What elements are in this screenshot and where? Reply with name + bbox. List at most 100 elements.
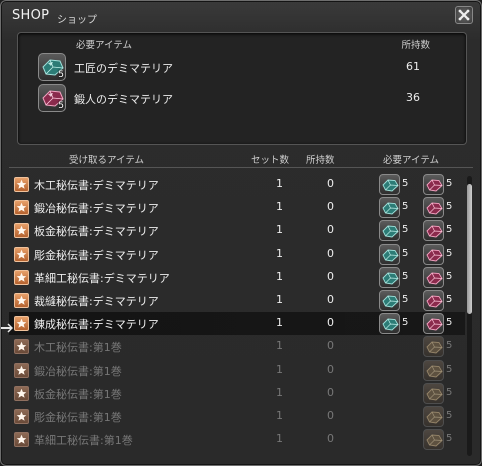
bronze-materia-icon xyxy=(423,429,444,451)
shop-list-row[interactable]: 彫金秘伝書:デミマテリア 1 0 5 5 xyxy=(9,243,465,266)
title-bar[interactable]: SHOP ショップ xyxy=(1,1,481,31)
star-icon xyxy=(14,269,29,285)
star-icon xyxy=(14,246,29,262)
star-icon xyxy=(14,223,29,239)
cost-qty: 5 xyxy=(402,317,409,329)
shop-list-row[interactable]: 木工秘伝書:デミマテリア 1 0 5 5 xyxy=(9,173,465,196)
required-item-owned: 61 xyxy=(406,60,420,73)
cost-teal-materia: 5 xyxy=(379,220,417,242)
set-count: 1 xyxy=(276,339,283,353)
cost-qty: 5 xyxy=(446,317,453,329)
owned-count: 0 xyxy=(327,408,334,422)
cost-qty: 5 xyxy=(402,247,409,259)
cost-teal-materia: 5 xyxy=(379,243,417,265)
shop-window: SHOP ショップ 必要アイテム 所持数 5 工匠のデミマテリア 61 5 鍛人… xyxy=(0,0,482,466)
cost-second-item: 5 xyxy=(423,313,461,335)
set-count: 1 xyxy=(276,316,283,330)
required-item-row[interactable]: 5 鍛人のデミマテリア 36 xyxy=(18,84,468,112)
shop-list-row[interactable]: 彫金秘伝書:第1巻 1 0 5 xyxy=(9,405,465,428)
set-count: 1 xyxy=(276,200,283,214)
star-icon xyxy=(14,385,29,401)
shop-list-row[interactable]: 革細工秘伝書:第1巻 1 0 5 xyxy=(9,428,465,451)
cost-qty: 5 xyxy=(402,224,409,236)
cost-second-item: 5 xyxy=(423,429,461,451)
scrollbar[interactable] xyxy=(467,176,472,456)
item-name: 鍛冶秘伝書:第1巻 xyxy=(34,364,122,378)
cost-teal-materia: 5 xyxy=(379,174,417,195)
cost-qty: 5 xyxy=(402,270,409,282)
star-icon xyxy=(14,292,29,308)
sets-header: セット数 xyxy=(251,155,290,166)
owned-count: 0 xyxy=(327,269,334,283)
shop-list-row[interactable]: 鍛冶秘伝書:第1巻 1 0 5 xyxy=(9,359,465,382)
teal-materia-icon xyxy=(379,220,400,242)
scrollbar-thumb[interactable] xyxy=(467,184,472,314)
item-name: 錬成秘伝書:デミマテリア xyxy=(34,318,159,332)
set-count: 1 xyxy=(276,432,283,446)
owned-count: 0 xyxy=(327,177,334,190)
bronze-materia-icon xyxy=(423,336,444,358)
shop-list-row[interactable]: 鍛冶秘伝書:デミマテリア 1 0 5 5 xyxy=(9,196,465,219)
cost-qty: 5 xyxy=(446,270,453,282)
cost-qty: 5 xyxy=(402,178,409,189)
receive-item-header: 受け取るアイテム xyxy=(69,155,145,166)
required-item-row[interactable]: 5 工匠のデミマテリア 61 xyxy=(18,53,468,81)
shop-list-row[interactable]: 錬成秘伝書:デミマテリア 1 0 5 5 xyxy=(9,312,465,336)
cost-second-item: 5 xyxy=(423,220,461,242)
star-icon xyxy=(14,200,29,216)
window-subtitle: ショップ xyxy=(57,15,97,26)
close-button[interactable] xyxy=(455,6,473,24)
selection-pointer-icon xyxy=(1,323,13,333)
bronze-materia-icon xyxy=(423,405,444,427)
magenta-materia-icon xyxy=(423,289,444,311)
cost-qty: 5 xyxy=(446,201,453,213)
teal-materia-icon xyxy=(379,174,400,195)
teal-materia-icon xyxy=(379,243,400,265)
cost-second-item: 5 xyxy=(423,382,461,404)
required-item-header: 必要アイテム xyxy=(76,40,133,51)
cost-second-item: 5 xyxy=(423,243,461,265)
cost-qty: 5 xyxy=(402,201,409,213)
shop-list-row[interactable]: 木工秘伝書:第1巻 1 0 5 xyxy=(9,335,465,358)
shop-list-row[interactable]: 裁縫秘伝書:デミマテリア 1 0 5 5 xyxy=(9,289,465,312)
teal-materia-icon xyxy=(379,266,400,288)
shop-list-row[interactable]: 革細工秘伝書:デミマテリア 1 0 5 5 xyxy=(9,266,465,289)
cost-qty: 5 xyxy=(446,293,453,305)
cost-second-item: 5 xyxy=(423,359,461,381)
item-name: 彫金秘伝書:第1巻 xyxy=(34,410,122,424)
set-count: 1 xyxy=(276,385,283,399)
set-count: 1 xyxy=(276,362,283,376)
header-divider xyxy=(9,167,473,168)
cost-teal-materia: 5 xyxy=(379,266,417,288)
teal-materia-icon xyxy=(379,313,400,335)
cost-qty: 5 xyxy=(446,178,453,189)
owned-count: 0 xyxy=(327,292,334,306)
star-icon xyxy=(14,177,29,192)
cost-second-item: 5 xyxy=(423,174,461,195)
teal-materia-icon xyxy=(379,197,400,219)
cost-qty: 5 xyxy=(446,363,453,375)
cost-second-item: 5 xyxy=(423,289,461,311)
star-icon xyxy=(14,316,29,332)
star-icon xyxy=(14,339,29,355)
shop-list-row[interactable]: 板金秘伝書:第1巻 1 0 5 xyxy=(9,382,465,405)
item-name: 彫金秘伝書:デミマテリア xyxy=(34,248,159,262)
item-name: 鍛冶秘伝書:デミマテリア xyxy=(34,202,159,216)
cost-teal-materia: 5 xyxy=(379,289,417,311)
cost-second-item: 5 xyxy=(423,266,461,288)
required-item-qty: 5 xyxy=(58,70,64,80)
owned-count: 0 xyxy=(327,362,334,376)
required-header: 必要アイテム xyxy=(383,155,440,166)
cost-teal-materia: 5 xyxy=(379,313,417,335)
cost-qty: 5 xyxy=(446,340,453,352)
shop-item-list: 木工秘伝書:デミマテリア 1 0 5 5 鍛冶秘伝書:デミマテリア 1 0 5 5 板金秘伝書:デミ… xyxy=(9,173,465,451)
teal-materia-icon xyxy=(379,289,400,311)
magenta-materia-icon xyxy=(423,220,444,242)
cost-qty: 5 xyxy=(446,247,453,259)
required-item-owned: 36 xyxy=(406,91,420,104)
owned-count: 0 xyxy=(327,223,334,237)
shop-list-row[interactable]: 板金秘伝書:デミマテリア 1 0 5 5 xyxy=(9,219,465,242)
cost-second-item: 5 xyxy=(423,197,461,219)
magenta-materia-icon xyxy=(423,266,444,288)
required-items-panel: 必要アイテム 所持数 5 工匠のデミマテリア 61 5 鍛人のデミマテリア 36 xyxy=(17,32,467,145)
